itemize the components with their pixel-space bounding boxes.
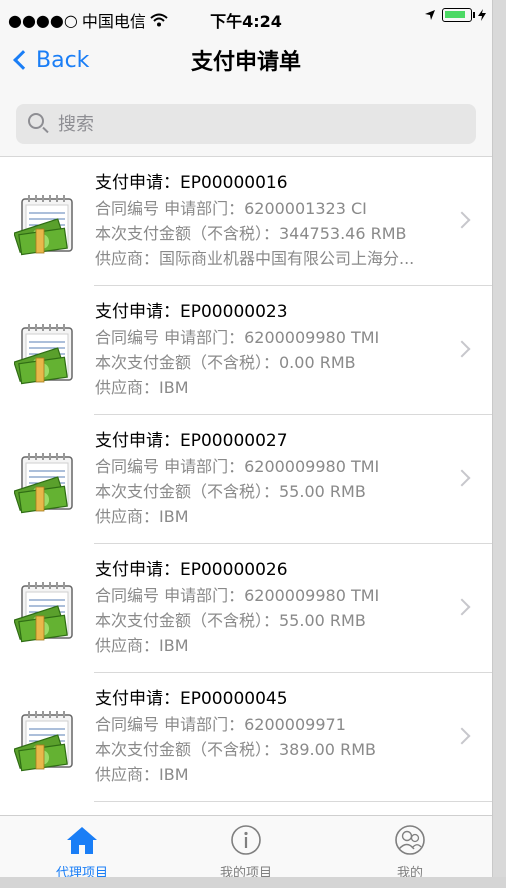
chevron-right-icon <box>453 469 471 487</box>
search-bar[interactable] <box>16 104 476 144</box>
user-icon <box>395 825 425 855</box>
supplier: 供应商：IBM <box>95 507 189 526</box>
list-item[interactable]: 支付申请：EP00000016 合同编号 申请部门：6200001323 CI … <box>0 157 492 286</box>
request-title: 支付申请：EP00000027 <box>95 431 288 451</box>
page-title: 支付申请单 <box>190 50 301 75</box>
chevron-right-icon <box>453 340 471 358</box>
status-right <box>424 8 486 22</box>
chevron-right-icon <box>453 211 471 229</box>
search-icon <box>28 113 44 129</box>
app-screen: ●●●●○ 中国电信 下午4:24 Back 支付申请单 搜索 支付申请：EP0… <box>0 0 492 888</box>
payment-money-icon <box>14 711 73 772</box>
list-item[interactable]: 支付申请：EP00000027 合同编号 申请部门：6200009980 TMI… <box>0 415 492 544</box>
row-text: 支付申请：EP00000016 合同编号 申请部门：6200001323 CI … <box>95 171 440 271</box>
charging-bolt-icon <box>478 9 486 21</box>
list-item[interactable]: 支付申请：EP00000026 合同编号 申请部门：6200009980 TMI… <box>0 544 492 673</box>
tab-me[interactable]: 我的 <box>328 816 492 881</box>
contract-department: 合同编号 申请部门：6200001323 CI <box>95 199 367 218</box>
supplier: 供应商：IBM <box>95 636 189 655</box>
device-bottom-strip <box>0 877 506 888</box>
row-divider <box>94 801 492 802</box>
payment-money-icon <box>14 582 73 643</box>
contract-department: 合同编号 申请部门：6200009980 TMI <box>95 457 380 476</box>
status-time: 下午4:24 <box>210 12 282 31</box>
payment-request-list: 支付申请：EP00000016 合同编号 申请部门：6200001323 CI … <box>0 157 492 815</box>
tab-my-projects[interactable]: 我的项目 <box>164 816 328 881</box>
chevron-right-icon <box>453 598 471 616</box>
tab-proxy-projects[interactable]: 代理项目 <box>0 816 164 881</box>
list-item[interactable]: 支付申请：EP00000045 合同编号 申请部门：6200009971 本次支… <box>0 673 492 802</box>
row-text: 支付申请：EP00000023 合同编号 申请部门：6200009980 TMI… <box>95 300 440 400</box>
home-icon <box>67 827 97 854</box>
request-title: 支付申请：EP00000026 <box>95 560 288 580</box>
payment-money-icon <box>14 453 73 514</box>
request-title: 支付申请：EP00000023 <box>95 302 288 322</box>
payment-amount: 本次支付金额（不含税）：344753.46 RMB <box>95 224 407 243</box>
search-input[interactable] <box>52 104 452 144</box>
contract-department: 合同编号 申请部门：6200009980 TMI <box>95 328 380 347</box>
payment-amount: 本次支付金额（不含税）：55.00 RMB <box>95 482 366 501</box>
list-item[interactable]: 支付申请：EP00000023 合同编号 申请部门：6200009980 TMI… <box>0 286 492 415</box>
payment-amount: 本次支付金额（不含税）：0.00 RMB <box>95 353 356 372</box>
payment-amount: 本次支付金额（不含税）：389.00 RMB <box>95 740 376 759</box>
supplier: 供应商：国际商业机器中国有限公司上海分... <box>95 249 415 268</box>
battery-level <box>445 11 465 18</box>
tab-bar: 代理项目 我的项目 我的 <box>0 815 492 881</box>
chevron-right-icon <box>453 727 471 745</box>
screen-edge <box>492 0 506 888</box>
info-icon <box>231 825 261 855</box>
row-text: 支付申请：EP00000026 合同编号 申请部门：6200009980 TMI… <box>95 558 440 658</box>
payment-money-icon <box>14 195 73 256</box>
request-title: 支付申请：EP00000045 <box>95 689 288 709</box>
contract-department: 合同编号 申请部门：6200009980 TMI <box>95 586 380 605</box>
supplier: 供应商：IBM <box>95 378 189 397</box>
supplier: 供应商：IBM <box>95 765 189 784</box>
contract-department: 合同编号 申请部门：6200009971 <box>95 715 346 734</box>
status-bar: ●●●●○ 中国电信 下午4:24 <box>0 0 492 36</box>
payment-amount: 本次支付金额（不含税）：55.00 RMB <box>95 611 366 630</box>
location-arrow-icon <box>425 10 435 20</box>
navigation-bar: Back 支付申请单 <box>0 36 492 86</box>
request-title: 支付申请：EP00000016 <box>95 173 288 193</box>
row-text: 支付申请：EP00000045 合同编号 申请部门：6200009971 本次支… <box>95 687 440 787</box>
row-text: 支付申请：EP00000027 合同编号 申请部门：6200009980 TMI… <box>95 429 440 529</box>
payment-money-icon <box>14 324 73 385</box>
battery-icon <box>442 8 475 22</box>
